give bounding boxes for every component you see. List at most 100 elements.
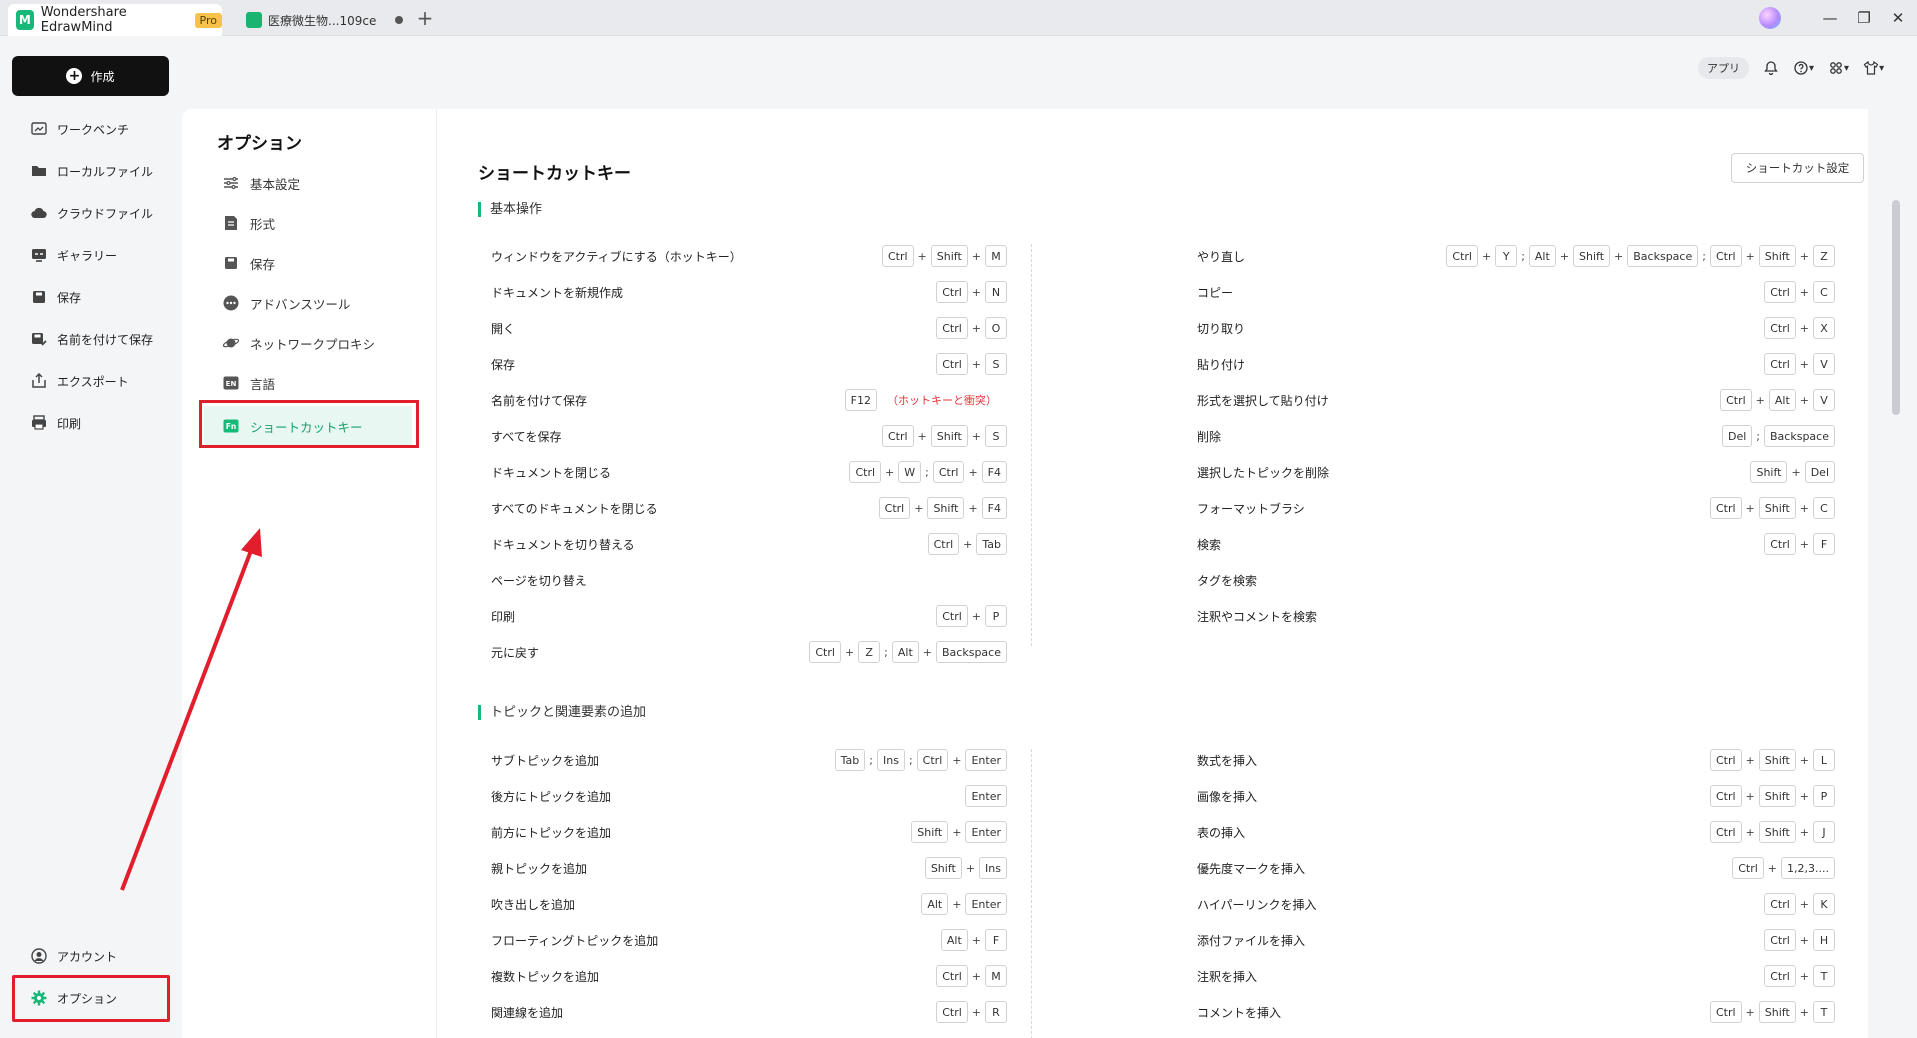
shortcut-row[interactable]: ウィンドウをアクティブにする（ホットキー） Ctrl + Shift + M — [491, 244, 1007, 268]
shortcut-row[interactable]: 前方にトピックを追加 Shift + Enter — [491, 820, 1007, 844]
shortcut-row[interactable]: フォーマットブラシ Ctrl + Shift + C — [1197, 496, 1835, 520]
sidebar-item-save-as[interactable]: 名前を付けて保存 — [30, 327, 153, 351]
create-button[interactable]: + 作成 — [12, 56, 169, 96]
shortcut-row[interactable]: 画像を挿入 Ctrl + Shift + P — [1197, 784, 1835, 808]
language-en-icon: EN — [222, 374, 240, 392]
shortcut-row[interactable]: コピー Ctrl + C — [1197, 280, 1835, 304]
sidebar-item-cloud-files[interactable]: クラウドファイル — [30, 201, 153, 225]
shortcut-row[interactable]: 形式を選択して貼り付け Ctrl + Alt + V — [1197, 388, 1835, 412]
shortcut-row[interactable]: ページを切り替え — [491, 568, 1007, 592]
plus-separator: + — [971, 609, 981, 623]
sidebar-item-workbench[interactable]: ワークベンチ — [30, 117, 129, 141]
shortcut-settings-button[interactable]: ショートカット設定 — [1731, 153, 1864, 183]
sidebar-item-print[interactable]: 印刷 — [30, 411, 81, 435]
key-cap: Shift — [911, 821, 949, 843]
shortcut-row[interactable]: 選択したトピックを削除 Shift + Del — [1197, 460, 1835, 484]
key-cap: Ctrl — [1764, 893, 1796, 915]
plus-separator: + — [1745, 249, 1755, 263]
help-icon[interactable]: ▾ — [1793, 60, 1814, 76]
options-nav-advanced-tools[interactable]: アドバンスツール — [222, 292, 350, 314]
options-nav-save[interactable]: 保存 — [222, 252, 275, 274]
shortcut-row[interactable]: 名前を付けて保存 F12 （ホットキーと衝突） — [491, 388, 1007, 412]
key-cap: Del — [1722, 425, 1753, 447]
close-button[interactable]: ✕ — [1884, 6, 1912, 30]
shortcut-row[interactable]: 親トピックを追加 Shift + Ins — [491, 856, 1007, 880]
shortcut-row[interactable]: 数式を挿入 Ctrl + Shift + L — [1197, 748, 1835, 772]
shortcut-row[interactable]: すべてのドキュメントを閉じる Ctrl + Shift + F4 — [491, 496, 1007, 520]
sidebar-item-save[interactable]: 保存 — [30, 285, 81, 309]
options-nav-network-proxy[interactable]: ネットワークプロキシ — [222, 332, 375, 354]
shortcut-label: 元に戻す — [491, 645, 540, 660]
shortcut-row[interactable]: 保存 Ctrl + S — [491, 352, 1007, 376]
shortcut-row[interactable]: ドキュメントを切り替える Ctrl + Tab — [491, 532, 1007, 556]
combo-separator: ; — [1702, 249, 1706, 263]
restore-button[interactable]: ❐ — [1850, 6, 1878, 30]
shortcut-row[interactable]: やり直し Ctrl + Y; Alt + Shift + Backspace; Ctrl + Shif… — [1197, 244, 1835, 268]
shortcut-row[interactable]: ハイパーリンクを挿入 Ctrl + K — [1197, 892, 1835, 916]
shortcut-row[interactable]: 後方にトピックを追加 Enter — [491, 784, 1007, 808]
key-cap: Y — [1495, 245, 1518, 267]
shortcut-row[interactable]: 注釈を挿入 Ctrl + T — [1197, 964, 1835, 988]
shortcut-row[interactable]: 注釈やコメントを検索 — [1197, 604, 1835, 628]
plus-separator: + — [1799, 825, 1809, 839]
plus-separator: + — [968, 465, 978, 479]
apps-button[interactable]: アプリ — [1698, 57, 1749, 79]
shirt-theme-icon[interactable]: ▾ — [1863, 60, 1884, 76]
shortcut-row[interactable]: 吹き出しを追加 Alt + Enter — [491, 892, 1007, 916]
user-avatar[interactable] — [1759, 7, 1781, 29]
key-cap: Enter — [965, 749, 1007, 771]
shortcut-row[interactable]: 関連線を追加 Ctrl + R — [491, 1000, 1007, 1024]
document-tab[interactable]: 医療微生物...109ce — [236, 4, 411, 36]
plus-separator: + — [971, 969, 981, 983]
shortcut-label: 貼り付け — [1197, 357, 1246, 372]
plus-separator: + — [971, 357, 981, 371]
shortcut-row[interactable]: コメントを挿入 Ctrl + Shift + T — [1197, 1000, 1835, 1024]
shortcut-row[interactable]: 表の挿入 Ctrl + Shift + J — [1197, 820, 1835, 844]
plus-separator: + — [1745, 1005, 1755, 1019]
shortcut-keys: Ctrl + Shift + J — [1709, 821, 1835, 843]
shortcut-row[interactable]: ドキュメントを閉じる Ctrl + W; Ctrl + F4 — [491, 460, 1007, 484]
shortcut-label: フローティングトピックを追加 — [491, 933, 659, 948]
shortcut-row[interactable]: 印刷 Ctrl + P — [491, 604, 1007, 628]
new-tab-button[interactable]: + — [413, 6, 437, 30]
shortcut-row[interactable]: 切り取り Ctrl + X — [1197, 316, 1835, 340]
plus-separator: + — [1791, 465, 1801, 479]
sidebar-item-account[interactable]: アカウント — [30, 944, 117, 968]
shortcut-row[interactable]: 複数トピックを追加 Ctrl + M — [491, 964, 1007, 988]
bell-icon[interactable] — [1763, 60, 1779, 76]
plus-separator: + — [1745, 825, 1755, 839]
unsaved-dot-icon[interactable] — [395, 16, 403, 24]
shortcut-row[interactable]: サブトピックを追加 Tab; Ins; Ctrl + Enter — [491, 748, 1007, 772]
account-icon — [30, 947, 48, 965]
sidebar-item-gallery[interactable]: ギャラリー — [30, 243, 117, 267]
shortcut-keys: Ctrl + V — [1764, 353, 1835, 375]
shortcut-row[interactable]: 貼り付け Ctrl + V — [1197, 352, 1835, 376]
key-cap: T — [1813, 1001, 1835, 1023]
shortcut-row[interactable]: 検索 Ctrl + F — [1197, 532, 1835, 556]
cloud-icon — [30, 204, 48, 222]
app-tab[interactable]: M Wondershare EdrawMind Pro — [8, 4, 222, 36]
shortcut-row[interactable]: ドキュメントを新規作成 Ctrl + N — [491, 280, 1007, 304]
grid-apps-icon[interactable]: ▾ — [1828, 60, 1849, 76]
options-nav-language[interactable]: EN 言語 — [222, 372, 275, 394]
shortcut-row[interactable]: すべてを保存 Ctrl + Shift + S — [491, 424, 1007, 448]
options-nav-format[interactable]: 形式 — [222, 212, 275, 234]
plus-separator: + — [885, 465, 895, 479]
sidebar-item-export[interactable]: エクスポート — [30, 369, 129, 393]
key-cap: Ctrl — [936, 965, 968, 987]
combo-separator: ; — [925, 465, 929, 479]
shortcut-row[interactable]: 添付ファイルを挿入 Ctrl + H — [1197, 928, 1835, 952]
shortcut-row[interactable]: 削除 Del; Backspace — [1197, 424, 1835, 448]
shortcut-row[interactable]: 開く Ctrl + O — [491, 316, 1007, 340]
shortcut-row[interactable]: 優先度マークを挿入 Ctrl +1,2,3.... — [1197, 856, 1835, 880]
shortcut-label: ドキュメントを閉じる — [491, 465, 612, 480]
plus-separator: + — [1559, 249, 1570, 263]
shortcut-row[interactable]: 元に戻す Ctrl + Z; Alt + Backspace — [491, 640, 1007, 664]
shortcut-row[interactable]: タグを検索 — [1197, 568, 1835, 592]
shortcut-label: 添付ファイルを挿入 — [1197, 933, 1306, 948]
scrollbar-thumb[interactable] — [1892, 200, 1900, 415]
shortcut-row[interactable]: フローティングトピックを追加 Alt + F — [491, 928, 1007, 952]
sidebar-item-local-files[interactable]: ローカルファイル — [30, 159, 153, 183]
options-nav-basic-settings[interactable]: 基本設定 — [222, 172, 300, 194]
minimize-button[interactable]: — — [1816, 6, 1844, 30]
